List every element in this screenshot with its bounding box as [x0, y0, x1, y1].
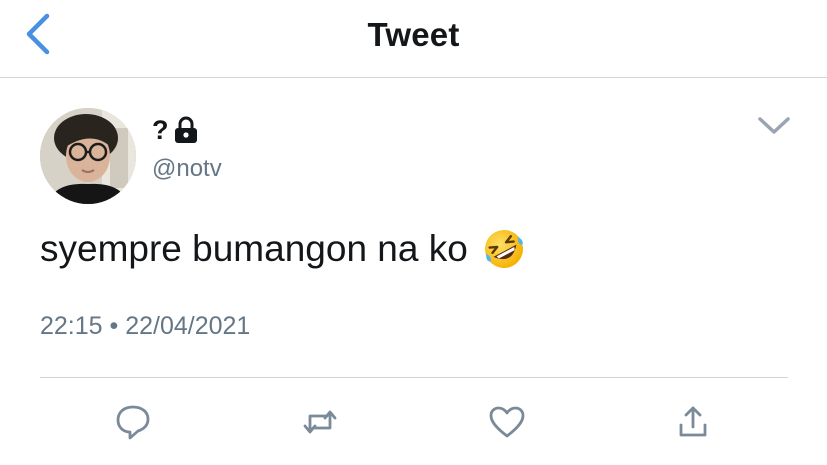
display-name: ? — [152, 115, 169, 145]
reply-icon — [116, 405, 150, 440]
chevron-down-icon — [758, 117, 790, 134]
page-title: Tweet — [367, 16, 460, 53]
rolling-on-the-floor-laughing-emoji — [484, 230, 523, 268]
avatar-image — [40, 108, 136, 204]
tweet-timestamp: 22:15 • 22/04/2021 — [40, 312, 251, 340]
share-icon — [679, 406, 707, 437]
divider — [40, 377, 788, 378]
nav-bar: Tweet — [0, 0, 827, 78]
retweet-button[interactable] — [300, 402, 340, 442]
tweet-menu-button[interactable] — [755, 110, 793, 140]
tweet-detail-screen: Tweet ? @notv syempre bumangon na ko 22:… — [0, 0, 827, 465]
reply-button[interactable] — [113, 402, 153, 442]
share-button[interactable] — [673, 402, 713, 442]
heart-icon — [489, 406, 525, 438]
tweet-text: syempre bumangon na ko — [40, 228, 468, 269]
display-name-row: ? — [152, 113, 199, 147]
avatar[interactable] — [40, 108, 136, 204]
retweet-icon — [303, 410, 337, 434]
tweet-body: syempre bumangon na ko — [40, 224, 526, 274]
lock-icon — [174, 116, 197, 143]
like-button[interactable] — [487, 402, 527, 442]
user-handle[interactable]: @notv — [152, 155, 222, 183]
